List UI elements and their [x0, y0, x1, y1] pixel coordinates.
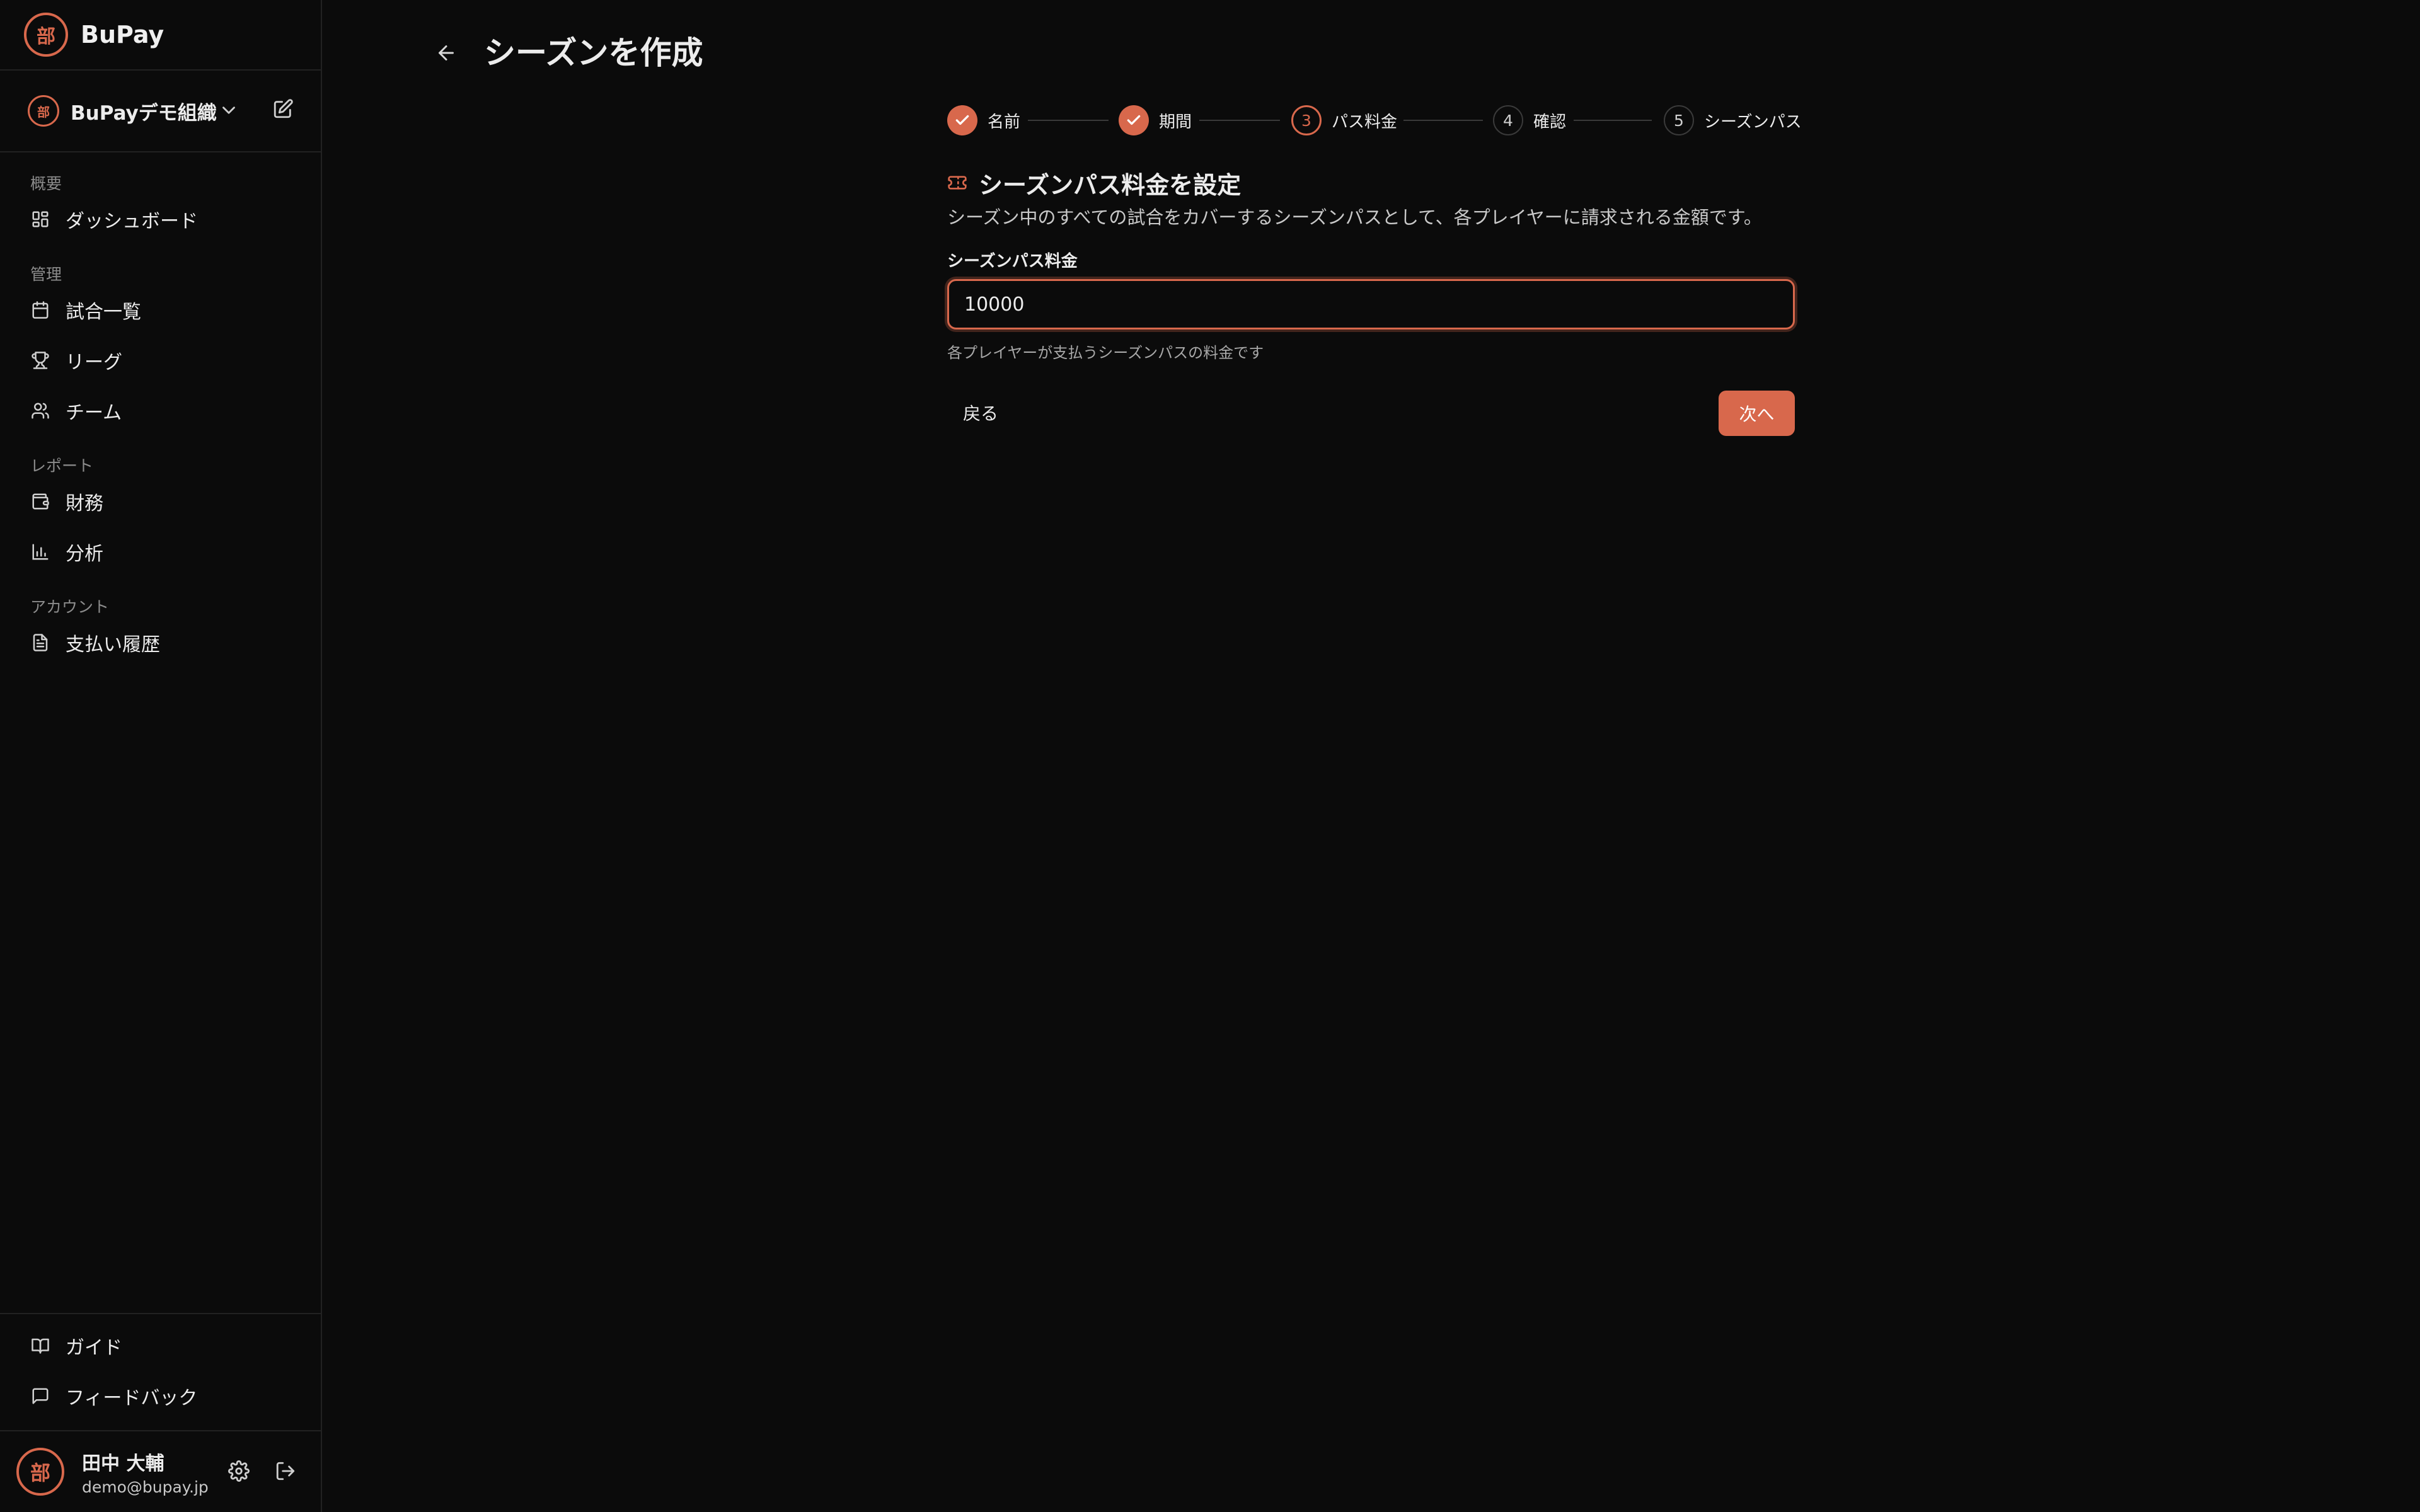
check-icon: [1119, 105, 1149, 135]
book-icon: [30, 1336, 50, 1356]
check-icon: [947, 105, 977, 135]
step-number: 3: [1291, 105, 1322, 135]
chevron-down-icon[interactable]: [218, 100, 239, 121]
form-description: シーズン中のすべての試合をカバーするシーズンパスとして、各プレイヤーに請求される…: [947, 207, 1762, 228]
step-number: 4: [1493, 105, 1523, 135]
back-button[interactable]: 戻る: [947, 391, 1014, 435]
users-icon: [30, 401, 50, 421]
user-profile: 部 田中 大輔 demo@bupay.jp: [16, 1446, 306, 1497]
user-email: demo@bupay.jp: [82, 1477, 209, 1496]
sidebar-item-label: リーグ: [66, 352, 122, 374]
step-connector: [1199, 120, 1280, 121]
step-name: 名前: [947, 105, 1020, 136]
section-label-manage: 管理: [30, 265, 62, 284]
org-switcher[interactable]: 部 BuPayデモ組織: [28, 93, 299, 129]
sidebar: 部 BuPay 部 BuPayデモ組織 概要 ダッシュボード 管理 試合一覧 リ…: [0, 0, 322, 1512]
page-title: シーズンを作成: [484, 35, 703, 71]
step-label: 期間: [1159, 112, 1192, 132]
sidebar-item-label: ガイド: [66, 1337, 122, 1359]
step-season-pass: 5 シーズンパス: [1664, 105, 1802, 136]
sidebar-item-matches[interactable]: 試合一覧: [30, 292, 141, 328]
sidebar-item-league[interactable]: リーグ: [30, 343, 122, 378]
step-connector: [1574, 120, 1652, 121]
next-button[interactable]: 次へ: [1719, 391, 1795, 436]
step-pass-price: 3 パス料金: [1291, 105, 1397, 136]
season-pass-price-label: シーズンパス料金: [947, 252, 1078, 271]
step-label: 名前: [988, 112, 1021, 132]
brand[interactable]: 部 BuPay: [24, 13, 164, 57]
section-label-overview: 概要: [30, 175, 62, 193]
section-label-account: アカウント: [30, 598, 110, 616]
dashboard-icon: [30, 209, 50, 229]
step-connector: [1028, 120, 1109, 121]
document-icon: [30, 633, 50, 653]
section-label-reports: レポート: [30, 457, 94, 475]
divider: [0, 1313, 321, 1314]
sidebar-item-label: 支払い履歴: [66, 634, 160, 656]
step-number: 5: [1664, 105, 1694, 135]
app-name: BuPay: [81, 21, 164, 49]
edit-icon[interactable]: [272, 98, 294, 120]
user-name: 田中 大輔: [82, 1452, 164, 1475]
sidebar-item-label: フィードバック: [66, 1387, 198, 1409]
step-label: パス料金: [1332, 112, 1398, 132]
sidebar-item-label: 財務: [66, 493, 103, 515]
gear-icon[interactable]: [228, 1460, 250, 1482]
step-label: 確認: [1533, 112, 1567, 132]
season-pass-price-input[interactable]: [947, 279, 1795, 329]
divider: [0, 151, 321, 152]
step-period: 期間: [1119, 105, 1192, 136]
ticket-icon: [947, 173, 967, 193]
season-pass-price-help: 各プレイヤーが支払うシーズンパスの料金です: [947, 344, 1264, 362]
sidebar-item-label: 試合一覧: [66, 301, 141, 323]
sidebar-item-payment-history[interactable]: 支払い履歴: [30, 625, 160, 660]
back-arrow-icon[interactable]: [435, 42, 458, 64]
sidebar-item-label: 分析: [66, 543, 103, 565]
sidebar-item-dashboard[interactable]: ダッシュボード: [30, 202, 198, 237]
bar-chart-icon: [30, 542, 50, 562]
divider: [0, 1430, 321, 1431]
wallet-icon: [30, 491, 50, 512]
trophy-icon: [30, 350, 50, 370]
form-title-text: シーズンパス料金を設定: [979, 171, 1242, 199]
sidebar-item-feedback[interactable]: フィードバック: [30, 1378, 197, 1414]
sidebar-item-finance[interactable]: 財務: [30, 484, 103, 519]
form-title: シーズンパス料金を設定: [947, 166, 1241, 199]
message-icon: [30, 1386, 50, 1406]
app-logo: 部: [24, 13, 68, 57]
logout-icon[interactable]: [275, 1460, 296, 1482]
sidebar-item-analytics[interactable]: 分析: [30, 534, 103, 570]
step-label: シーズンパス: [1704, 112, 1802, 132]
divider: [0, 69, 321, 71]
sidebar-item-teams[interactable]: チーム: [30, 393, 122, 428]
org-name: BuPayデモ組織: [71, 101, 217, 125]
sidebar-item-label: ダッシュボード: [66, 210, 198, 232]
step-confirm: 4 確認: [1493, 105, 1566, 136]
sidebar-item-guide[interactable]: ガイド: [30, 1328, 122, 1363]
calendar-icon: [30, 300, 50, 320]
sidebar-item-label: チーム: [66, 402, 122, 424]
step-connector: [1403, 120, 1483, 121]
org-logo: 部: [28, 95, 59, 127]
stepper: 名前 期間 3 パス料金 4 確認 5 シーズンパス: [947, 105, 1802, 136]
avatar[interactable]: 部: [16, 1448, 64, 1496]
